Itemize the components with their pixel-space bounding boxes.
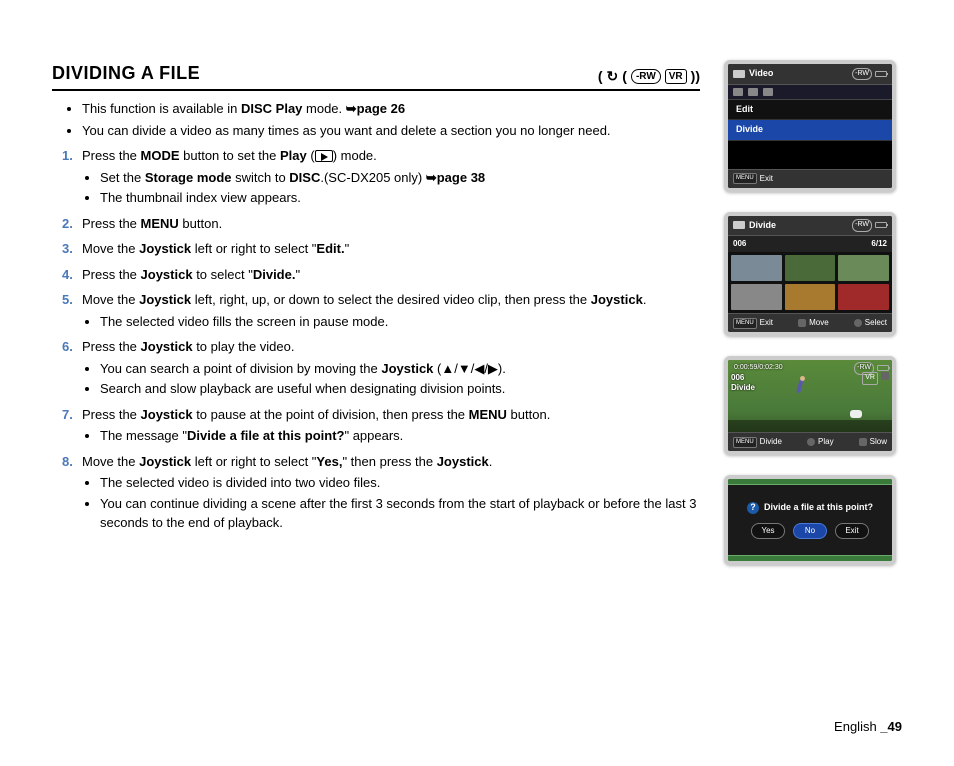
exit-label: Exit [760, 317, 773, 329]
screen-footer: MENU Divide Play Slow [728, 432, 892, 451]
yes-button[interactable]: Yes [751, 523, 785, 539]
battery-icon [877, 365, 889, 371]
screen-confirm-dialog: ? Divide a file at this point? Yes No Ex… [724, 475, 896, 565]
screen-video-menu: Video -RW Edit Divide MENU Exit [724, 60, 896, 192]
empty-area [728, 141, 892, 169]
menu-button-icon[interactable]: MENU [733, 437, 757, 448]
camera-icon [733, 70, 745, 78]
sub-header: 006 6/12 [728, 236, 892, 252]
main-content: DIVIDING A FILE (↻(-RW VR)) This functio… [52, 60, 700, 585]
battery-icon [875, 222, 887, 228]
progress-bar-area [728, 420, 892, 432]
step: Move the Joystick left or right to selec… [62, 452, 700, 533]
page-ref: ➥page 38 [426, 170, 485, 185]
move-icon [798, 319, 806, 327]
steps-list: Press the MODE button to set the Play ()… [52, 146, 700, 533]
substep: You can continue dividing a scene after … [100, 494, 700, 533]
select-label: Select [865, 317, 887, 329]
menu-button-icon[interactable]: MENU [733, 318, 757, 329]
screen-header: Video -RW [728, 64, 892, 85]
play-icon [807, 438, 815, 446]
battery-icon [875, 71, 887, 77]
video-subject [783, 374, 823, 414]
thumbnail[interactable] [838, 255, 889, 281]
select-icon [854, 319, 862, 327]
disc-badge-icon: -RW [852, 68, 872, 81]
thumbnail[interactable] [731, 255, 782, 281]
tab-icon[interactable] [763, 88, 773, 96]
refresh-icon: ↻ [607, 66, 619, 87]
dialog-button-row: Yes No Exit [751, 523, 869, 539]
no-button[interactable]: No [793, 523, 827, 539]
play-mode-icon [315, 150, 333, 162]
play-label: Play [818, 436, 834, 448]
step: Move the Joystick left, right, up, or do… [62, 290, 700, 331]
page-footer: English _49 [834, 717, 902, 737]
screen-footer: MENU Exit Move Select [728, 313, 892, 332]
dialog-question-text: Divide a file at this point? [764, 501, 873, 515]
intro-item: You can divide a video as many times as … [82, 121, 700, 141]
menu-button-icon[interactable]: MENU [733, 173, 757, 184]
title-row: DIVIDING A FILE (↻(-RW VR)) [52, 60, 700, 91]
thumbnail[interactable] [731, 284, 782, 310]
substep: Set the Storage mode switch to DISC.(SC-… [100, 168, 700, 188]
move-label: Move [809, 317, 829, 329]
substep: You can search a point of division by mo… [100, 359, 700, 379]
right-column: Video -RW Edit Divide MENU Exit [724, 60, 902, 585]
page-ref: ➥page 26 [346, 101, 405, 116]
clip-id: 006 [733, 238, 746, 250]
substep: The selected video is divided into two v… [100, 473, 700, 493]
header-title: Video [749, 67, 773, 81]
header-title: Divide [749, 219, 776, 233]
disc-badge-icon: -RW [852, 219, 872, 232]
tab-icon[interactable] [733, 88, 743, 96]
playback-video[interactable]: 0:00:59/0:02:30 -RW VR 006 Divide [728, 360, 892, 432]
step: Move the Joystick left or right to selec… [62, 239, 700, 259]
substep: The message "Divide a file at this point… [100, 426, 700, 446]
substep: Search and slow playback are useful when… [100, 379, 700, 399]
dialog-bottom-bar [728, 555, 892, 561]
screen-playback: 0:00:59/0:02:30 -RW VR 006 Divide [724, 356, 896, 455]
screen-header: Divide -RW [728, 216, 892, 237]
menu-item-edit[interactable]: Edit [728, 100, 892, 121]
page-number: _49 [880, 719, 902, 734]
menu-item-divide[interactable]: Divide [728, 120, 892, 141]
slow-label: Slow [870, 436, 887, 448]
step: Press the MODE button to set the Play ()… [62, 146, 700, 208]
screen-divide-grid: Divide -RW 006 6/12 MENU Exit Mo [724, 212, 896, 337]
disc-badge: -RW [631, 69, 661, 84]
dialog-body: ? Divide a file at this point? Yes No Ex… [728, 485, 892, 555]
slow-icon [859, 438, 867, 446]
screen-footer: MENU Exit [728, 169, 892, 188]
exit-button[interactable]: Exit [835, 523, 869, 539]
thumbnail[interactable] [785, 284, 836, 310]
mode-label: Divide [731, 382, 755, 394]
divide-label: Divide [760, 436, 782, 448]
substep: The thumbnail index view appears. [100, 188, 700, 208]
language-label: English [834, 719, 880, 734]
clip-count: 6/12 [871, 238, 887, 250]
step: Press the Joystick to select "Divide." [62, 265, 700, 285]
step: Press the Joystick to play the video. Yo… [62, 337, 700, 399]
exit-label: Exit [760, 173, 773, 185]
lock-icon [881, 372, 889, 380]
question-icon: ? [747, 502, 759, 514]
intro-list: This function is available in DISC Play … [52, 99, 700, 140]
substep: The selected video fills the screen in p… [100, 312, 700, 332]
step: Press the Joystick to pause at the point… [62, 405, 700, 446]
camera-icon [733, 221, 745, 229]
dialog-question-row: ? Divide a file at this point? [747, 501, 873, 515]
page-title: DIVIDING A FILE [52, 60, 200, 87]
tab-icon[interactable] [748, 88, 758, 96]
tab-row [728, 85, 892, 100]
video-subject-dog [850, 410, 862, 418]
thumbnail-grid [728, 252, 892, 313]
top-badges: (↻(-RW VR)) [598, 66, 700, 87]
vr-badge-icon: VR [862, 372, 878, 385]
step: Press the MENU button. [62, 214, 700, 234]
intro-item: This function is available in DISC Play … [82, 99, 700, 119]
thumbnail[interactable] [785, 255, 836, 281]
thumbnail[interactable] [838, 284, 889, 310]
vr-badge: VR [665, 69, 687, 84]
